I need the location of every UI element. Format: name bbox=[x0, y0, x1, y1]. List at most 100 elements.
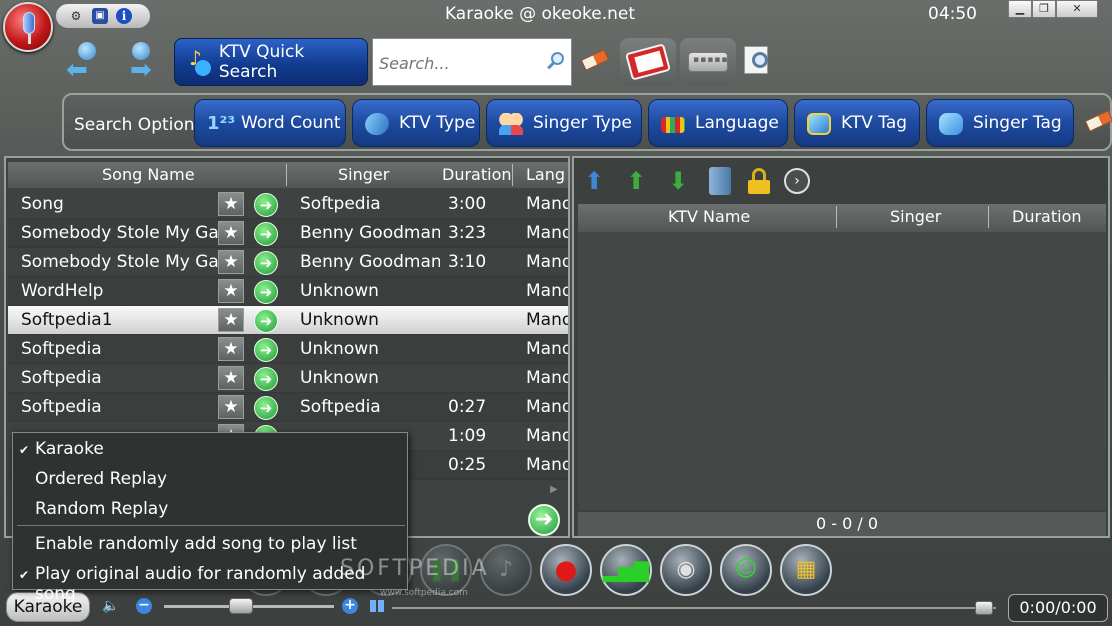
ktv-quick-search-button[interactable]: ♪ KTV Quick Search bbox=[174, 38, 368, 86]
language-cell: Mand bbox=[526, 223, 568, 243]
add-to-playlist-button[interactable]: ➜ bbox=[528, 504, 560, 536]
seek-slider-track[interactable] bbox=[392, 607, 996, 609]
table-row[interactable]: Softpedia ★ ➜ Softpedia 0:27 Mand bbox=[8, 393, 568, 422]
favorite-star-icon[interactable]: ★ bbox=[218, 250, 244, 274]
trash-icon[interactable] bbox=[709, 167, 731, 195]
column-ktv-name[interactable]: KTV Name bbox=[668, 207, 750, 226]
lock-icon[interactable] bbox=[748, 168, 770, 194]
seek-slider-thumb[interactable] bbox=[974, 601, 993, 615]
move-to-top-arrow-icon[interactable]: ⬆ bbox=[580, 166, 608, 196]
playlist-list[interactable] bbox=[578, 232, 1106, 510]
menu-separator bbox=[17, 525, 405, 526]
minimize-button[interactable]: ▁ bbox=[1008, 0, 1032, 18]
add-song-arrow-icon[interactable]: ➜ bbox=[254, 367, 278, 391]
column-duration[interactable]: Duration bbox=[442, 165, 512, 184]
advanced-search-icon[interactable] bbox=[744, 46, 774, 78]
move-down-arrow-icon[interactable]: ⬇ bbox=[664, 166, 692, 196]
language-button[interactable]: Language bbox=[648, 99, 788, 147]
language-label: Language bbox=[695, 113, 779, 133]
language-cell: Mand bbox=[526, 368, 568, 388]
favorite-star-icon[interactable]: ★ bbox=[218, 395, 244, 419]
add-song-arrow-icon[interactable]: ➜ bbox=[254, 193, 278, 217]
equalizer-bars-icon: ▂▅▇ bbox=[602, 558, 650, 582]
table-row[interactable]: Somebody Stole My Gal ★ ➜ Benny Goodman 3:10… bbox=[8, 248, 568, 277]
table-row[interactable]: Somebody Stole My Gal ★ ➜ Benny Goodman 3:23… bbox=[8, 219, 568, 248]
table-row[interactable]: Softpedia1 ★ ➜ Unknown Mand bbox=[8, 306, 568, 335]
record-button[interactable]: ● bbox=[540, 544, 592, 596]
language-cell: Mand bbox=[526, 397, 568, 417]
chat-button[interactable]: ☺ bbox=[720, 544, 772, 596]
menu-item-random-replay[interactable]: Random Replay bbox=[35, 499, 168, 519]
language-cell: Mand bbox=[526, 194, 568, 214]
favorite-star-icon[interactable]: ★ bbox=[218, 279, 244, 303]
duration-cell: 0:27 bbox=[448, 397, 487, 417]
add-song-arrow-icon[interactable]: ➜ bbox=[254, 280, 278, 304]
song-name-cell: Song bbox=[21, 194, 64, 214]
add-song-arrow-icon[interactable]: ➜ bbox=[254, 251, 278, 275]
clear-options-eraser-icon[interactable] bbox=[1084, 109, 1112, 133]
close-button[interactable]: ✕ bbox=[1056, 0, 1098, 18]
column-language[interactable]: Lang bbox=[526, 165, 565, 184]
table-row[interactable]: Softpedia ★ ➜ Unknown Mand bbox=[8, 364, 568, 393]
ktv-tag-button[interactable]: KTV Tag bbox=[794, 99, 920, 147]
playlist-counter: 0 - 0 / 0 bbox=[578, 512, 1106, 536]
handwriting-input-button[interactable] bbox=[620, 38, 676, 86]
favorite-star-icon[interactable]: ★ bbox=[218, 366, 244, 390]
column-playlist-duration[interactable]: Duration bbox=[1012, 207, 1082, 226]
microphone-logo-icon[interactable] bbox=[3, 2, 53, 52]
search-input[interactable] bbox=[379, 51, 539, 75]
favorite-star-icon[interactable]: ★ bbox=[218, 337, 244, 361]
table-row[interactable]: Song ★ ➜ Softpedia 3:00 Mand bbox=[8, 190, 568, 219]
next-chevron-icon[interactable]: › bbox=[784, 168, 810, 194]
add-song-arrow-icon[interactable]: ➜ bbox=[254, 396, 278, 420]
arrow-left-icon: ⬅ bbox=[66, 55, 88, 85]
duration-cell: 3:10 bbox=[448, 252, 487, 272]
add-song-arrow-icon[interactable]: ➜ bbox=[254, 222, 278, 246]
search-icon[interactable] bbox=[547, 52, 565, 74]
favorite-star-icon[interactable]: ★ bbox=[218, 308, 244, 332]
scroll-right-icon[interactable]: ▶ bbox=[550, 484, 558, 495]
chat-bubble-icon: ☺ bbox=[734, 557, 758, 582]
menu-item-ordered-replay[interactable]: Ordered Replay bbox=[35, 469, 167, 489]
menu-item-enable-random-add[interactable]: Enable randomly add song to play list bbox=[35, 534, 357, 554]
table-row[interactable]: Softpedia ★ ➜ Unknown Mand bbox=[8, 335, 568, 364]
word-count-button[interactable]: 1²³ Word Count bbox=[194, 99, 346, 147]
clear-search-eraser-icon[interactable] bbox=[580, 49, 610, 71]
duration-cell: 0:25 bbox=[448, 455, 487, 475]
singer-cell: Benny Goodman bbox=[300, 252, 440, 272]
keyboard-icon bbox=[688, 52, 729, 72]
equalizer-button[interactable]: ▂▅▇ bbox=[600, 544, 652, 596]
ktv-type-button[interactable]: KTV Type bbox=[352, 99, 480, 147]
forward-button[interactable]: ➡ bbox=[120, 42, 164, 83]
playlist-toolbar: ⬆ ⬆ ⬇ › bbox=[580, 164, 810, 198]
singer-type-button[interactable]: Singer Type bbox=[486, 99, 642, 147]
window-controls: ▁ ❐ ✕ bbox=[1008, 0, 1098, 18]
column-playlist-singer[interactable]: Singer bbox=[890, 207, 941, 226]
audio-channel-button[interactable]: ◉ bbox=[660, 544, 712, 596]
singer-tag-button[interactable]: Singer Tag bbox=[926, 99, 1074, 147]
keyboard-input-button[interactable] bbox=[680, 38, 736, 86]
duration-cell: 3:23 bbox=[448, 223, 487, 243]
menu-item-karaoke[interactable]: Karaoke bbox=[35, 439, 104, 459]
video-button[interactable]: ▦ bbox=[780, 544, 832, 596]
move-up-arrow-icon[interactable]: ⬆ bbox=[622, 166, 650, 196]
back-button[interactable]: ⬅ bbox=[66, 42, 110, 85]
ktv-tag-icon bbox=[805, 109, 833, 137]
add-song-arrow-icon[interactable]: ➜ bbox=[254, 338, 278, 362]
add-song-arrow-icon[interactable]: ➜ bbox=[254, 309, 278, 333]
column-song-name[interactable]: Song Name bbox=[102, 165, 195, 184]
restore-button[interactable]: ❐ bbox=[1032, 0, 1056, 18]
song-name-cell: Somebody Stole My Gal bbox=[21, 223, 219, 243]
song-table-header: Song Name Singer Duration Lang bbox=[8, 162, 568, 188]
menu-check-play-original: ✔ bbox=[19, 568, 30, 582]
singer-cell: Benny Goodman bbox=[300, 223, 440, 243]
column-singer[interactable]: Singer bbox=[338, 165, 389, 184]
search-box bbox=[372, 38, 572, 86]
menu-check-karaoke: ✔ bbox=[19, 443, 30, 457]
table-row[interactable]: WordHelp ★ ➜ Unknown Mand bbox=[8, 277, 568, 306]
karaoke-app-window: ⚙ ▣ i Karaoke @ okeoke.net 04:50 ▁ ❐ ✕ ⬅… bbox=[0, 0, 1112, 626]
song-name-cell: Softpedia1 bbox=[21, 310, 113, 330]
ktv-quick-search-label: KTV Quick Search bbox=[218, 42, 305, 82]
favorite-star-icon[interactable]: ★ bbox=[218, 192, 244, 216]
favorite-star-icon[interactable]: ★ bbox=[218, 221, 244, 245]
